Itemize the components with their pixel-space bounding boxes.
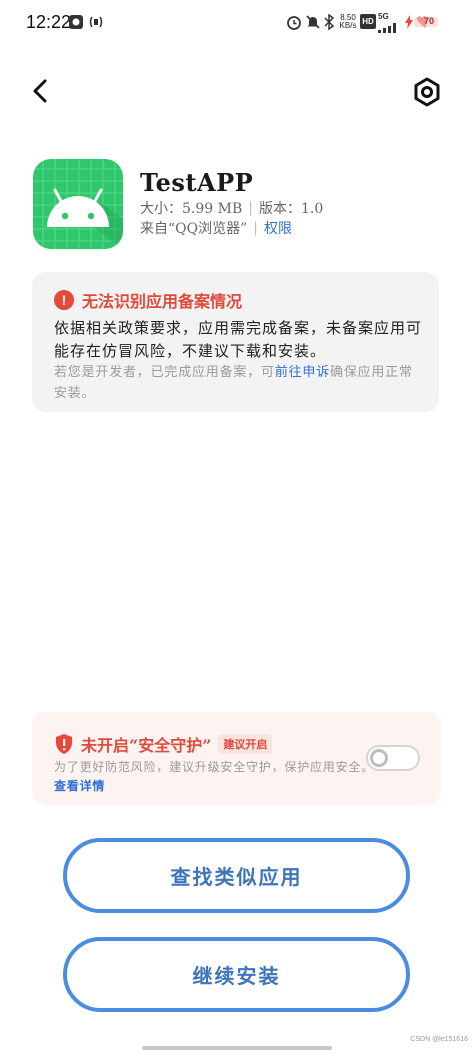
- app-source: 来自“QQ浏览器”: [140, 221, 248, 237]
- app-size: 大小：5.99 MB: [140, 201, 243, 217]
- app-notification-icon: [68, 14, 84, 30]
- protection-body: 为了更好防范风险，建议升级安全守护，保护应用安全。查看详情: [54, 760, 375, 793]
- hexagon-settings-icon: [414, 77, 440, 107]
- app-version: 版本：1.0: [258, 201, 324, 217]
- app-name: TestAPP: [140, 168, 254, 197]
- shield-alert-icon: [56, 734, 72, 754]
- protection-title-row: 未开启“安全守护” 建议开启: [54, 732, 273, 756]
- toggle-knob: [370, 749, 388, 767]
- net-speed: 8.50 KB/s: [339, 13, 357, 30]
- appeal-link[interactable]: 前往申诉: [275, 365, 330, 380]
- charging-icon: [405, 14, 413, 30]
- separator: |: [253, 220, 258, 236]
- battery-level: 70: [424, 16, 435, 26]
- app-source-row: 来自“QQ浏览器” | 权限: [140, 218, 292, 238]
- nfc-icon: [89, 14, 103, 30]
- back-button[interactable]: [26, 76, 56, 106]
- settings-button[interactable]: [411, 76, 443, 108]
- continue-install-button[interactable]: 继续安装: [63, 937, 410, 1012]
- app-meta-row: 大小：5.99 MB | 版本：1.0: [140, 198, 323, 218]
- signal-icon: [378, 20, 398, 36]
- bluetooth-icon: [323, 14, 335, 30]
- status-time: 12:22: [26, 12, 72, 32]
- protection-title: 未开启“安全守护”: [81, 736, 212, 755]
- home-indicator[interactable]: [142, 1046, 332, 1050]
- find-similar-apps-button[interactable]: 查找类似应用: [63, 838, 410, 913]
- warning-title-row: ! 无法识别应用备案情况: [54, 288, 242, 312]
- android-icon: [33, 159, 123, 249]
- security-guard-toggle[interactable]: [366, 745, 420, 771]
- alarm-icon: [286, 14, 302, 30]
- mute-icon: [305, 14, 321, 30]
- back-arrow-icon: [33, 79, 47, 103]
- warning-body: 依据相关政策要求，应用需完成备案，未备案应用可能存在仿冒风险，不建议下载和安装。: [54, 319, 423, 360]
- view-details-link[interactable]: 查看详情: [54, 779, 105, 793]
- separator: |: [248, 200, 253, 216]
- warning-note: 若您是开发者，已完成应用备案，可前往申诉确保应用正常安装。: [54, 365, 413, 401]
- hd-icon: HD: [360, 14, 376, 29]
- app-icon: [33, 159, 123, 249]
- warning-card: ! 无法识别应用备案情况 依据相关政策要求，应用需完成备案，未备案应用可能存在仿…: [32, 272, 439, 412]
- exclamation-icon: !: [54, 290, 74, 310]
- warning-title: 无法识别应用备案情况: [82, 292, 243, 311]
- protection-card: 未开启“安全守护” 建议开启 为了更好防范风险，建议升级安全守护，保护应用安全。…: [32, 712, 441, 805]
- permissions-link[interactable]: 权限: [264, 218, 292, 238]
- status-bar: 12:22 8.50 KB/s HD 5G 70: [0, 0, 474, 44]
- watermark: CSDN @le151616: [410, 1036, 468, 1043]
- recommend-badge: 建议开启: [218, 734, 273, 754]
